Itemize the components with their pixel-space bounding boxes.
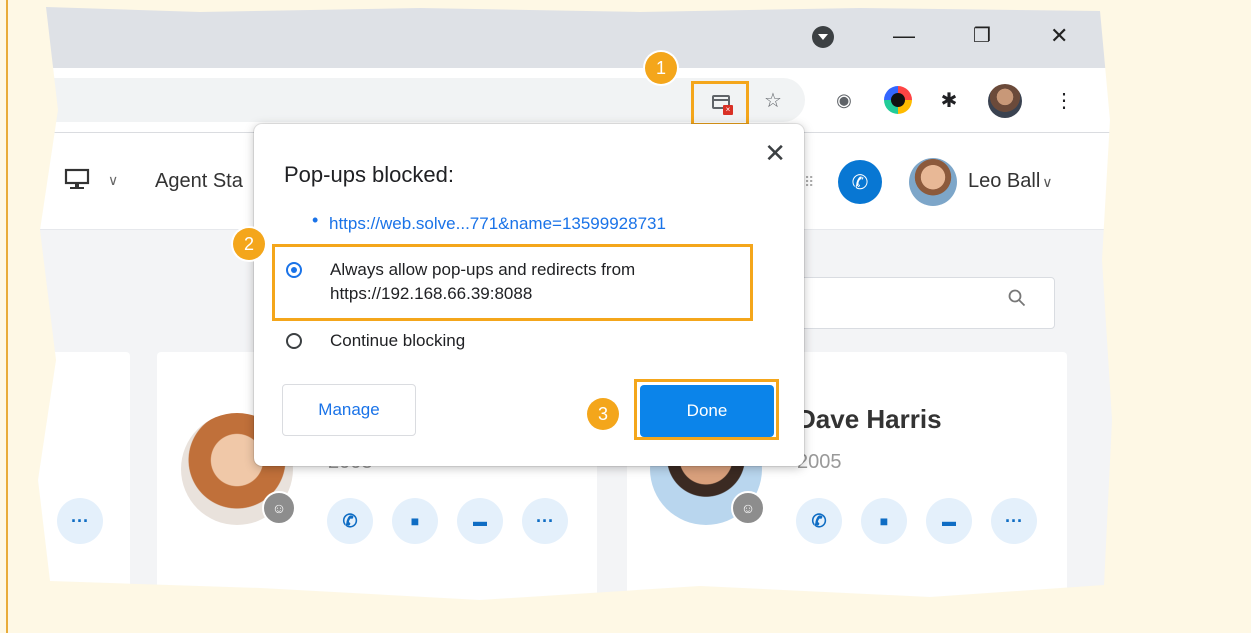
close-window-button[interactable]: ✕ xyxy=(1050,24,1068,48)
bullet: • xyxy=(312,210,319,230)
dialpad-icon[interactable]: ⠿ xyxy=(804,174,815,191)
color-extension-icon[interactable] xyxy=(884,86,912,114)
popup-blocked-button[interactable]: × xyxy=(691,81,749,126)
blocked-x-icon: × xyxy=(723,105,733,115)
call-action-button[interactable]: ✆ xyxy=(796,498,842,544)
left-margin-rule xyxy=(6,0,8,633)
presence-badge-icon: ☺ xyxy=(262,491,296,525)
done-button[interactable]: Done xyxy=(640,385,774,437)
star-icon[interactable]: ☆ xyxy=(757,84,789,116)
minimize-button[interactable]: — xyxy=(893,24,915,48)
contact-card xyxy=(38,352,130,600)
phone-icon: ✆ xyxy=(851,171,869,194)
profile-menu-icon[interactable] xyxy=(812,26,834,48)
user-name[interactable]: Leo Ball ∨ xyxy=(968,170,1053,193)
video-action-button[interactable]: ■ xyxy=(392,498,438,544)
search-icon[interactable] xyxy=(1008,289,1026,307)
message-action-button[interactable]: ▬ xyxy=(457,498,503,544)
video-action-button[interactable]: ■ xyxy=(861,498,907,544)
dialog-title: Pop-ups blocked: xyxy=(284,162,454,187)
restore-button[interactable]: ❐ xyxy=(973,24,991,48)
call-action-button[interactable]: ✆ xyxy=(327,498,373,544)
user-name-text: Leo Ball xyxy=(968,170,1041,192)
call-button[interactable]: ✆ xyxy=(838,160,882,204)
contact-name: Dave Harris xyxy=(797,404,942,434)
browser-titlebar: — ❐ ✕ xyxy=(38,7,1112,68)
blocked-popup-link[interactable]: https://web.solve...771&name=13599928731 xyxy=(329,214,666,234)
presence-badge-icon: ☺ xyxy=(731,491,765,525)
highlight-box-allow-option xyxy=(272,244,753,321)
close-icon[interactable]: ✕ xyxy=(764,138,786,169)
agent-status-label[interactable]: Agent Sta xyxy=(155,170,243,193)
address-bar[interactable] xyxy=(38,78,805,122)
message-action-button[interactable]: ▬ xyxy=(926,498,972,544)
user-avatar[interactable] xyxy=(909,158,957,206)
more-action-button[interactable]: ··· xyxy=(57,498,103,544)
continue-blocking-radio[interactable] xyxy=(286,333,302,349)
profile-avatar[interactable] xyxy=(988,84,1022,118)
more-action-button[interactable]: ··· xyxy=(522,498,568,544)
step-badge-2: 2 xyxy=(233,228,265,260)
step-badge-3: 3 xyxy=(587,398,619,430)
step-badge-1: 1 xyxy=(645,52,677,84)
more-action-button[interactable]: ··· xyxy=(991,498,1037,544)
chevron-down-icon: ∨ xyxy=(1042,174,1053,190)
more-menu-icon[interactable]: ⋮ xyxy=(1048,84,1080,116)
manage-button[interactable]: Manage xyxy=(282,384,416,436)
monitor-icon[interactable] xyxy=(64,168,90,190)
chevron-down-icon[interactable]: ∨ xyxy=(108,172,118,189)
screenshot-frame: — ❐ ✕ × ☆ ◉ ✱ ⋮ ∨ Agent Sta ⠿ ✆ Leo Ball… xyxy=(38,7,1112,600)
puzzle-icon[interactable]: ✱ xyxy=(933,84,965,116)
continue-blocking-label[interactable]: Continue blocking xyxy=(330,329,465,353)
camera-icon[interactable]: ◉ xyxy=(828,84,860,116)
